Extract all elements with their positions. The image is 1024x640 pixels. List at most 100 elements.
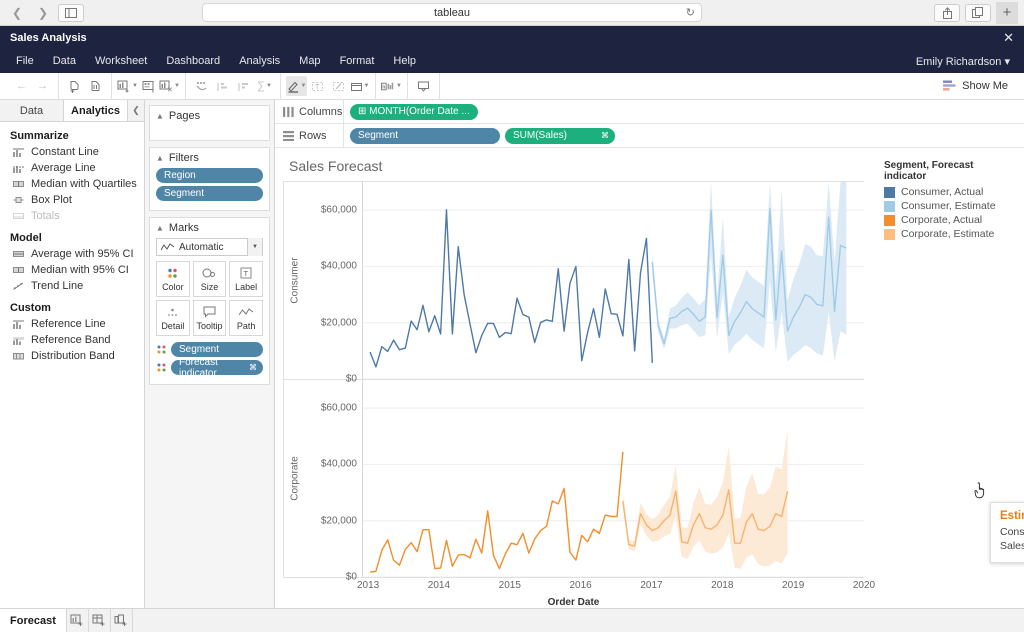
filter-pill-region[interactable]: Region (156, 168, 263, 183)
marks-button-color[interactable]: Color (156, 261, 190, 297)
toolbar-group-nav: ← → (6, 73, 59, 99)
rows-pill-sum-sales[interactable]: SUM(Sales) ⌘ (505, 127, 615, 144)
reference-line-icon (12, 318, 24, 330)
browser-back-icon[interactable]: ❮ (6, 4, 28, 22)
menu-item-format[interactable]: Format (332, 53, 383, 69)
marks-card-header[interactable]: ▼ Marks (150, 218, 269, 238)
analytics-item-reference-band[interactable]: Reference Band (0, 332, 144, 348)
close-icon[interactable]: ✕ (1003, 30, 1014, 46)
duplicate-sheet-icon[interactable] (138, 76, 159, 96)
analytics-label: Trend Line (31, 280, 84, 292)
sheet-tab-forecast[interactable]: Forecast (0, 609, 67, 632)
menu-item-analysis[interactable]: Analysis (231, 53, 288, 69)
browser-url-bar[interactable]: tableau ↻ (202, 3, 702, 22)
sidebar-toggle-icon[interactable] (58, 3, 84, 22)
marks-button-label[interactable]: T Label (229, 261, 263, 297)
clear-sheet-icon[interactable]: ✕ ▼ (159, 76, 180, 96)
rows-shelf-dropzone[interactable]: Segment SUM(Sales) ⌘ (343, 124, 1024, 147)
highlight-icon[interactable]: ▼ (286, 76, 307, 96)
marks-button-label: Path (236, 320, 256, 331)
redo-icon[interactable]: → (32, 76, 53, 96)
columns-shelf-dropzone[interactable]: ⊞ MONTH(Order Date ... (343, 100, 1024, 123)
y-tick-label: $60,000 (320, 204, 357, 216)
analytics-item-average-ci[interactable]: Average with 95% CI (0, 246, 144, 262)
legend-item-consumer-actual[interactable]: Consumer, Actual (884, 186, 1016, 198)
pages-card-header[interactable]: ▼ Pages (150, 106, 269, 126)
page-title: Sales Forecast (289, 158, 383, 174)
new-tab-button[interactable]: + (996, 1, 1018, 24)
legend-item-corporate-actual[interactable]: Corporate, Actual (884, 214, 1016, 226)
analytics-item-box-plot[interactable]: Box Plot (0, 192, 144, 208)
tab-analytics[interactable]: Analytics (64, 100, 128, 121)
pages-card-dropzone[interactable] (150, 126, 269, 140)
analytics-item-distribution-band[interactable]: Distribution Band (0, 348, 144, 364)
reload-icon[interactable]: ↻ (686, 6, 695, 19)
fit-size-icon[interactable]: ▼ (349, 76, 370, 96)
menu-item-worksheet[interactable]: Worksheet (87, 53, 155, 69)
show-hide-cards-icon[interactable]: ▼ (381, 76, 402, 96)
show-labels-icon[interactable]: T (307, 76, 328, 96)
marks-button-size[interactable]: Size (192, 261, 227, 297)
share-icon[interactable] (934, 3, 960, 22)
columns-pill-month-order-date[interactable]: ⊞ MONTH(Order Date ... (350, 103, 478, 120)
rows-pill-label: SUM(Sales) (513, 130, 567, 141)
sort-ascending-icon[interactable] (212, 76, 233, 96)
analytics-label: Reference Line (31, 318, 106, 330)
y-header-label: Consumer (289, 257, 301, 304)
new-story-icon[interactable] (111, 609, 133, 632)
analytics-label: Median with 95% CI (31, 264, 129, 276)
pause-refresh-icon[interactable] (85, 76, 106, 96)
rows-pill-segment[interactable]: Segment (350, 127, 500, 144)
analytics-item-reference-line[interactable]: Reference Line (0, 316, 144, 332)
browser-forward-icon[interactable]: ❯ (32, 4, 54, 22)
new-worksheet-icon[interactable]: ▼ (117, 76, 138, 96)
plot-consumer[interactable] (362, 182, 864, 379)
menu-item-data[interactable]: Data (45, 53, 84, 69)
legend-title: Segment, Forecast indicator (884, 160, 974, 182)
columns-label-text: Columns (299, 105, 343, 118)
analytics-item-median-ci[interactable]: Median with 95% CI (0, 262, 144, 278)
new-dashboard-icon[interactable] (89, 609, 111, 632)
copy-tabs-icon[interactable] (965, 3, 991, 22)
swap-axes-icon[interactable] (191, 76, 212, 96)
marks-pill-segment[interactable]: Segment (171, 342, 263, 357)
legend-item-consumer-estimate[interactable]: Consumer, Estimate (884, 200, 1016, 212)
y-tick-label: $0 (345, 571, 357, 583)
chevron-left-icon[interactable]: ❮ (128, 100, 144, 121)
fix-axes-icon[interactable] (328, 76, 349, 96)
columns-shelf: Columns ⊞ MONTH(Order Date ... (275, 100, 1024, 124)
line-mark-icon (161, 242, 174, 250)
analytics-item-average-line[interactable]: Average Line (0, 160, 144, 176)
new-worksheet-icon[interactable] (67, 609, 89, 632)
analytics-item-trend-line[interactable]: Trend Line (0, 278, 144, 294)
user-account-menu[interactable]: Emily Richardson ▾ (916, 55, 1016, 68)
marks-button-label: Detail (161, 320, 185, 331)
y-tick-label: $40,000 (320, 458, 357, 470)
workbook-titlebar: Sales Analysis ✕ (0, 26, 1024, 49)
filters-card-header[interactable]: ▼ Filters (150, 148, 269, 168)
show-me-button[interactable]: Show Me (933, 78, 1018, 94)
undo-icon[interactable]: ← (11, 76, 32, 96)
analytics-item-constant-line[interactable]: Constant Line (0, 144, 144, 160)
totals-icon[interactable]: ∑ ▼ (254, 76, 275, 96)
menu-item-file[interactable]: File (8, 53, 42, 69)
menu-item-dashboard[interactable]: Dashboard (158, 53, 228, 69)
marks-button-tooltip[interactable]: Tooltip (192, 300, 227, 336)
marks-pill-forecast-indicator[interactable]: Forecast indicator ⌘ (171, 357, 263, 379)
marks-button-path[interactable]: Path (229, 300, 263, 336)
svg-text:✕: ✕ (167, 87, 173, 93)
chevron-down-icon[interactable]: ▼ (247, 238, 262, 256)
presentation-mode-icon[interactable] (413, 76, 434, 96)
analytics-item-median-quartiles[interactable]: Median with Quartiles (0, 176, 144, 192)
legend-item-corporate-estimate[interactable]: Corporate, Estimate (884, 228, 1016, 240)
sort-descending-icon[interactable] (233, 76, 254, 96)
mark-type-dropdown[interactable]: Automatic ▼ (156, 238, 263, 256)
filter-pill-segment[interactable]: Segment (156, 186, 263, 201)
menu-item-map[interactable]: Map (291, 53, 328, 69)
save-icon[interactable] (64, 76, 85, 96)
menu-item-help[interactable]: Help (385, 53, 424, 69)
marks-button-detail[interactable]: Detail (156, 300, 190, 336)
plot-corporate[interactable] (362, 380, 864, 577)
filters-card: ▼ Filters Region Segment (149, 147, 270, 211)
tab-data[interactable]: Data (0, 100, 64, 121)
